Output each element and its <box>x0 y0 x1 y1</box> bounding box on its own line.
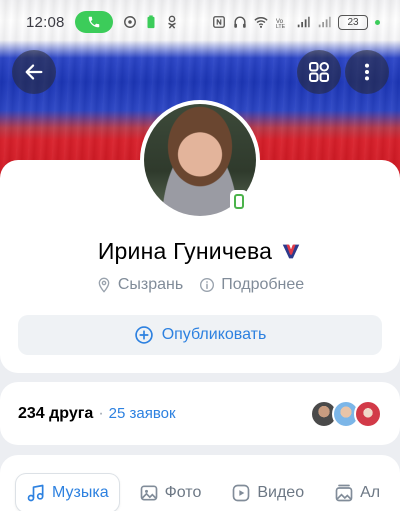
nfc-icon <box>213 16 225 28</box>
online-mobile-icon <box>230 190 248 212</box>
signal-icon <box>297 16 310 28</box>
location[interactable]: Сызрань <box>96 276 183 294</box>
details-label: Подробнее <box>221 276 305 293</box>
profile-meta: Сызрань Подробнее <box>0 274 400 296</box>
arrow-left-icon <box>25 64 43 80</box>
odnoklassniki-icon <box>167 15 176 29</box>
friend-requests-link[interactable]: 25 заявок <box>109 405 176 422</box>
publish-label: Опубликовать <box>161 326 267 343</box>
more-vertical-icon <box>364 63 370 81</box>
special-badge-icon[interactable] <box>280 240 302 262</box>
ongoing-call-icon[interactable] <box>74 11 113 33</box>
svg-text:LTE: LTE <box>276 24 286 29</box>
media-tabs-card: Музыка Фото Видео Ал <box>0 455 400 511</box>
profile-name: Ирина Гуничева <box>97 237 273 264</box>
tab-photo-label: Фото <box>164 484 202 501</box>
profile-name-row: Ирина Гуничева <box>0 236 400 266</box>
battery-saver-icon <box>147 15 155 29</box>
friends-card[interactable]: 234 друга · 25 заявок <box>0 382 400 445</box>
friends-separator: · <box>98 404 104 422</box>
more-options-button[interactable] <box>345 50 389 94</box>
battery-level: 23 <box>347 16 359 28</box>
info-icon <box>200 278 215 292</box>
services-button[interactable] <box>297 50 341 94</box>
album-icon <box>335 484 353 502</box>
back-button[interactable] <box>12 50 56 94</box>
friend-avatars[interactable] <box>310 399 382 428</box>
friend-avatar <box>354 399 382 428</box>
tab-music[interactable]: Музыка <box>16 474 119 511</box>
music-icon <box>27 484 44 502</box>
status-bar: 12:08 Vo LTE 23 <box>0 0 400 44</box>
battery-indicator: 23 <box>338 14 368 30</box>
friends-count[interactable]: 234 друга <box>18 405 93 423</box>
video-icon <box>233 484 250 502</box>
add-circle-icon <box>134 326 153 344</box>
tab-music-label: Музыка <box>52 484 109 501</box>
tab-albums-label: Ал <box>360 484 381 501</box>
signal-icon-2 <box>318 16 331 28</box>
headphones-icon <box>234 16 246 28</box>
viber-icon <box>123 16 136 28</box>
publish-button[interactable]: Опубликовать <box>18 315 382 355</box>
media-tabs: Музыка Фото Видео Ал <box>16 474 390 511</box>
location-pin-icon <box>98 277 110 293</box>
tab-albums[interactable]: Ал <box>324 474 390 511</box>
services-grid-icon <box>309 62 329 82</box>
wifi-icon <box>254 17 268 28</box>
status-time: 12:08 <box>26 13 65 31</box>
location-label: Сызрань <box>117 276 184 293</box>
details-link[interactable]: Подробнее <box>199 276 304 294</box>
charging-dot <box>375 19 380 25</box>
photo-icon <box>140 485 157 501</box>
volte-icon: VoLTE <box>276 18 286 29</box>
tab-photo[interactable]: Фото <box>129 474 212 511</box>
tab-video[interactable]: Видео <box>221 474 314 511</box>
tab-video-label: Видео <box>257 484 305 501</box>
